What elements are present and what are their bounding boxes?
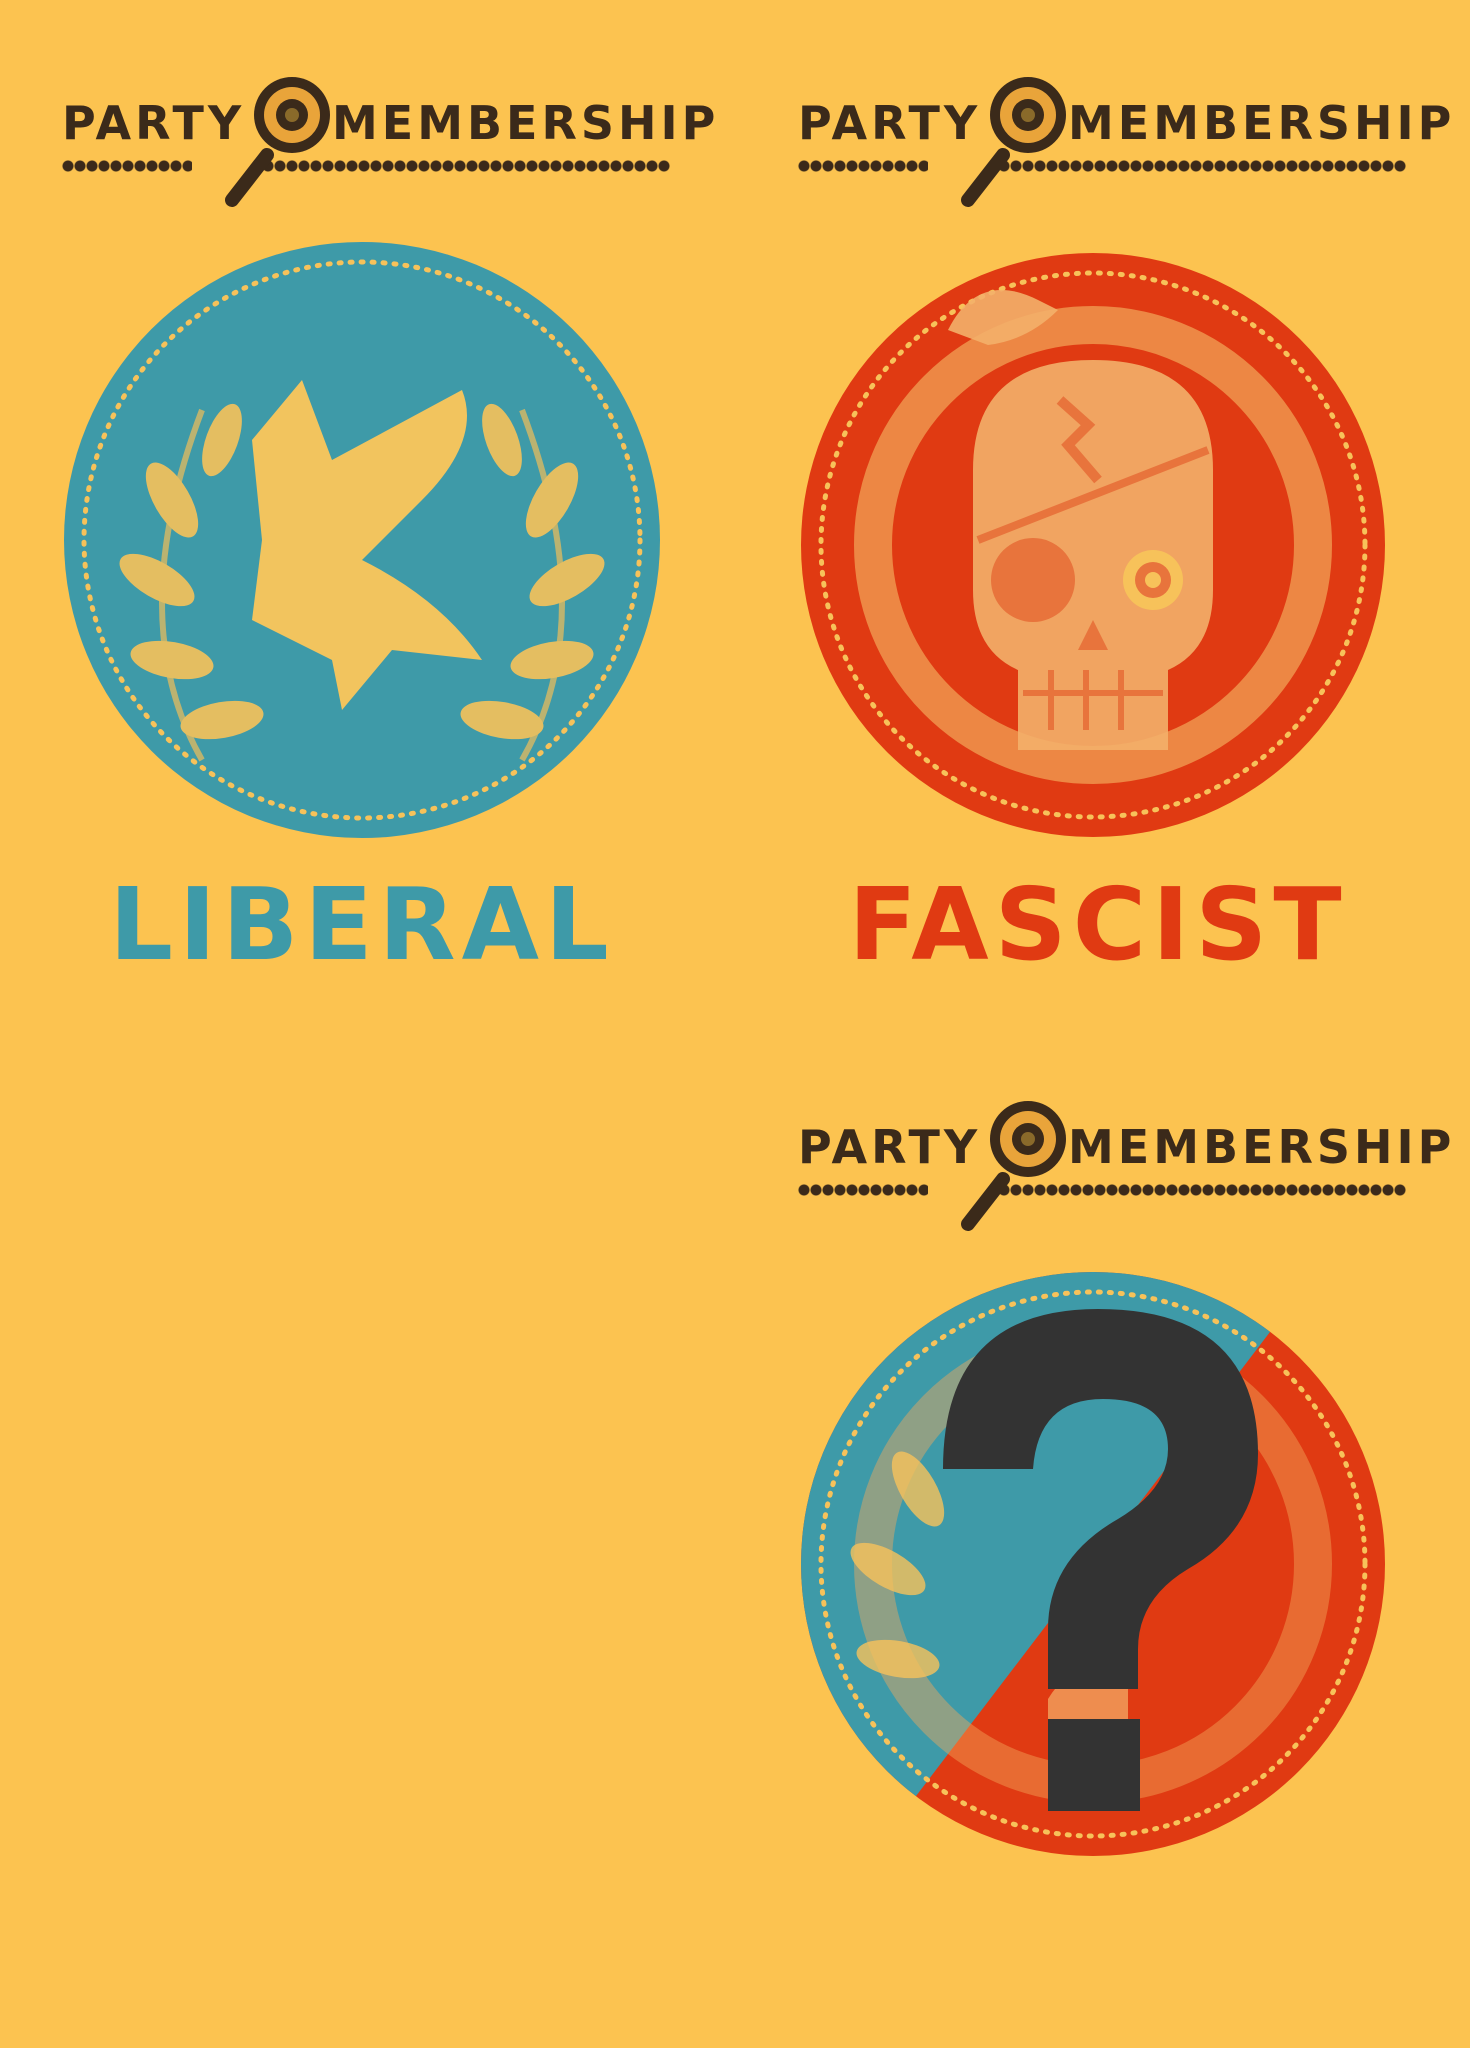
mixed-seal xyxy=(801,1272,1385,1856)
header-party-text: PARTY xyxy=(62,96,246,150)
liberal-card: PARTY MEMBERSHIP LIBERAL xyxy=(62,0,715,1000)
magnifier-icon xyxy=(961,77,1066,207)
header-underline xyxy=(798,1184,928,1196)
header-membership-text: MEMBERSHIP xyxy=(1068,96,1456,150)
party-membership-header: PARTY MEMBERSHIP xyxy=(798,0,1451,207)
header-membership-text: MEMBERSHIP xyxy=(332,96,720,150)
party-membership-header: PARTY MEMBERSHIP xyxy=(798,1024,1451,1231)
magnifier-icon xyxy=(225,77,330,207)
eye-patch-icon xyxy=(991,538,1075,622)
party-label-liberal: LIBERAL xyxy=(109,866,615,983)
magnifier-icon xyxy=(961,1101,1066,1231)
fascist-card: PARTY MEMBERSHIP FASCIST xyxy=(798,0,1451,1000)
header-party-text: PARTY xyxy=(798,1120,982,1174)
fascist-seal xyxy=(801,253,1385,837)
party-label-fascist: FASCIST xyxy=(848,866,1348,983)
unknown-card: PARTY MEMBERSHIP xyxy=(798,1024,1451,2024)
header-underline xyxy=(798,160,928,172)
header-membership-text: MEMBERSHIP xyxy=(1068,1120,1456,1174)
header-underline xyxy=(62,160,192,172)
liberal-seal xyxy=(64,242,660,838)
header-party-text: PARTY xyxy=(798,96,982,150)
party-membership-header: PARTY MEMBERSHIP xyxy=(62,0,715,207)
